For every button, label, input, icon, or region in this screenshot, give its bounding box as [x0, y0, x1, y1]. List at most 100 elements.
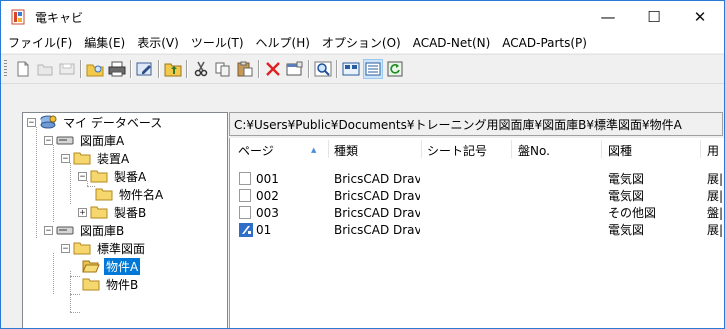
column-header-type[interactable]: 種類 [334, 138, 358, 162]
tree-node-item-a-name[interactable]: 物件名A [95, 185, 165, 203]
tree-line [70, 271, 71, 312]
cell-panel [518, 221, 598, 238]
search-icon [314, 61, 332, 77]
table-row[interactable]: 003 BricsCAD Drav その他図 盤| [230, 204, 724, 221]
close-button[interactable]: ✕ [677, 1, 723, 32]
expand-toggle[interactable]: + [78, 207, 87, 217]
app-icon [11, 9, 25, 25]
tree-node-root[interactable]: − マイ データベース [27, 113, 164, 131]
collapse-toggle[interactable]: − [61, 243, 70, 253]
large-icon-view-button[interactable] [341, 59, 361, 79]
tree-node-device-a[interactable]: − 装置A [61, 149, 131, 167]
table-row[interactable]: 002 BricsCAD Drav 電気図 展| [230, 187, 724, 204]
column-header-label: 盤No. [518, 143, 550, 158]
cell-page: 01 [239, 221, 329, 238]
collapse-toggle[interactable]: − [61, 153, 70, 163]
cell-sheet [427, 187, 509, 204]
tree-label-library-b: 図面庫B [80, 223, 125, 238]
column-divider[interactable] [601, 140, 602, 158]
menu-options[interactable]: オプション(O) [316, 34, 407, 51]
bricscad-icon [239, 222, 253, 237]
folder-icon [95, 188, 113, 201]
save-button[interactable] [57, 59, 77, 79]
delete-button[interactable] [263, 59, 283, 79]
print-button[interactable] [107, 59, 127, 79]
toolbar-grip[interactable] [4, 60, 7, 78]
folder-search-button[interactable] [85, 59, 105, 79]
tree-node-standard[interactable]: − 標準図面 [61, 239, 147, 257]
details-view-button[interactable] [363, 59, 383, 79]
cell-sheet [427, 204, 509, 221]
maximize-button[interactable]: ☐ [631, 1, 677, 32]
menu-file[interactable]: ファイル(F) [2, 34, 78, 51]
new-file-icon [17, 61, 29, 77]
folder-icon [82, 278, 100, 291]
folder-tree[interactable]: − マイ データベース − 図面庫A − 装置A − 製番A 物件名A + 製番… [22, 112, 228, 328]
toolbar-separator [308, 60, 310, 78]
column-header-panel[interactable]: 盤No. [518, 138, 550, 162]
collapse-toggle[interactable]: − [27, 117, 36, 127]
title-bar: 電キャビ — ☐ ✕ [1, 1, 724, 32]
parent-folder-button[interactable] [163, 59, 183, 79]
open-disabled-button[interactable] [35, 59, 55, 79]
menu-edit[interactable]: 編集(E) [78, 34, 131, 51]
table-row[interactable]: 001 BricsCAD Drav 電気図 展| [230, 170, 724, 187]
menu-view[interactable]: 表示(V) [131, 34, 185, 51]
column-header-use[interactable]: 用 [707, 138, 719, 162]
tree-node-library-b[interactable]: − 図面庫B [44, 221, 126, 239]
tree-node-part-b[interactable]: + 製番B [78, 203, 148, 221]
menu-help[interactable]: ヘルプ(H) [250, 34, 316, 51]
column-header-kind[interactable]: 図種 [608, 138, 632, 162]
folder-icon [73, 152, 91, 165]
page-number: 002 [256, 188, 279, 203]
table-row[interactable]: 01 BricsCAD Drav 電気図 展| [230, 221, 724, 238]
cell-kind: その他図 [608, 206, 657, 220]
paste-icon [237, 61, 253, 77]
tree-node-item-b[interactable]: 物件B [82, 275, 140, 293]
tree-label-device-a: 装置A [97, 151, 130, 166]
cut-button[interactable] [191, 59, 211, 79]
edit-button[interactable] [135, 59, 155, 79]
tree-label-item-a: 物件A [104, 257, 141, 275]
tree-line [36, 127, 37, 238]
collapse-toggle[interactable]: − [78, 171, 87, 181]
properties-icon [286, 61, 303, 76]
cell-page: 001 [239, 170, 329, 187]
drive-icon [56, 136, 74, 145]
collapse-toggle[interactable]: − [44, 225, 53, 235]
tree-node-library-a[interactable]: − 図面庫A [44, 131, 126, 149]
cell-use: 盤| [707, 206, 724, 220]
tree-label-part-b: 製番B [114, 205, 147, 220]
open-folder-icon [37, 64, 53, 76]
tree-node-part-a[interactable]: − 製番A [78, 167, 148, 185]
refresh-icon [387, 61, 403, 77]
column-divider[interactable] [511, 140, 512, 158]
column-divider[interactable] [328, 140, 329, 158]
minimize-button[interactable]: — [585, 1, 631, 32]
column-header-label: 図種 [608, 143, 633, 158]
column-divider[interactable] [700, 140, 701, 158]
menu-acad-net[interactable]: ACAD-Net(N) [407, 36, 497, 50]
menu-acad-parts[interactable]: ACAD-Parts(P) [496, 36, 593, 50]
file-list[interactable]: ページ ▲ 種類 シート記号 盤No. 図種 用 001 BricsCAD Dr… [229, 138, 724, 328]
new-file-button[interactable] [13, 59, 33, 79]
page-number: 001 [256, 171, 279, 186]
cell-use: 展| [707, 172, 724, 186]
column-divider[interactable] [421, 140, 422, 158]
collapse-toggle[interactable]: − [44, 135, 53, 145]
tree-line [53, 145, 54, 222]
refresh-button[interactable] [385, 59, 405, 79]
search-button[interactable] [313, 59, 333, 79]
paste-button[interactable] [235, 59, 255, 79]
toolbar-separator [258, 60, 260, 78]
tree-node-item-a[interactable]: 物件A [82, 257, 141, 275]
column-header-page[interactable]: ページ [238, 138, 274, 162]
column-header-sheet[interactable]: シート記号 [427, 138, 487, 162]
cut-icon [194, 61, 208, 77]
properties-button[interactable] [285, 59, 305, 79]
folder-icon [73, 242, 91, 255]
copy-button[interactable] [213, 59, 233, 79]
current-path: C:¥Users¥Public¥Documents¥トレーニング用図面庫¥図面庫… [234, 117, 682, 132]
document-icon [239, 206, 251, 219]
menu-tools[interactable]: ツール(T) [185, 34, 250, 51]
